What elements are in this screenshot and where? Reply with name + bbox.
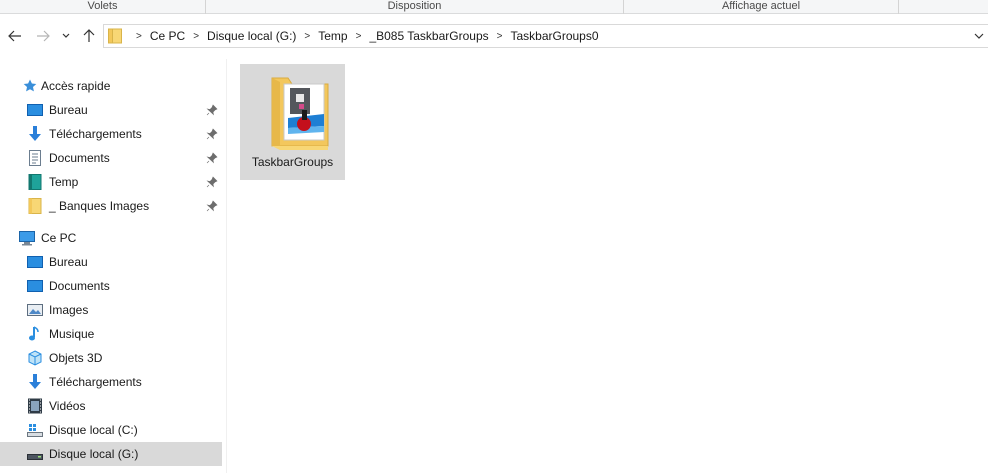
sidebar-item-label: Téléchargements: [49, 375, 142, 389]
navigation-pane: Accès rapide Bureau Téléchargements Docu…: [0, 72, 226, 473]
sidebar-item-label: Objets 3D: [49, 351, 103, 365]
breadcrumb-disque-g[interactable]: Disque local (G:): [207, 29, 296, 43]
breadcrumb-b085-taskbargroups[interactable]: _B085 TaskbarGroups: [369, 29, 488, 43]
sidebar-item-acces-rapide[interactable]: Accès rapide: [0, 74, 222, 98]
sidebar-item-label: _ Banques Images: [49, 199, 150, 213]
sidebar-item-label: Temp: [49, 175, 79, 189]
arrow-right-icon: [37, 30, 50, 42]
breadcrumb-separator-icon[interactable]: >: [497, 31, 503, 42]
arrow-up-icon: [83, 29, 95, 42]
drive-icon: [27, 454, 43, 460]
3d-objects-icon: [28, 350, 42, 366]
pin-icon[interactable]: [206, 128, 218, 140]
breadcrumb-ce-pc[interactable]: Ce PC: [150, 29, 185, 43]
pin-icon[interactable]: [206, 200, 218, 212]
folder-item-label: TaskbarGroups: [251, 155, 334, 169]
chevron-down-icon: [62, 33, 70, 38]
sidebar-item-label: Bureau: [49, 103, 88, 117]
desktop-icon: [27, 256, 43, 268]
download-icon: [29, 374, 41, 389]
ribbon-group-labels: Volets Disposition Affichage actuel: [0, 0, 988, 14]
sidebar-item-temp[interactable]: Temp: [0, 170, 222, 194]
ribbon-group-volets: Volets: [0, 0, 206, 14]
address-bar[interactable]: > Ce PC > Disque local (G:) > Temp > _B0…: [103, 24, 988, 48]
sidebar-item-telechargements[interactable]: Téléchargements: [0, 370, 222, 394]
windows-drive-icon: [27, 424, 43, 437]
sidebar-item-videos[interactable]: Vidéos: [0, 394, 222, 418]
sidebar-item-bureau[interactable]: Bureau: [0, 250, 222, 274]
breadcrumb-separator-icon[interactable]: >: [304, 31, 310, 42]
sidebar-item-label: Musique: [49, 327, 95, 341]
chevron-down-icon[interactable]: [974, 29, 984, 43]
up-button[interactable]: [80, 27, 98, 45]
sidebar-item-label: Images: [49, 303, 89, 317]
sidebar-item-disque-g[interactable]: Disque local (G:): [0, 442, 222, 466]
sidebar-item-label: Accès rapide: [41, 79, 111, 93]
forward-button[interactable]: [34, 27, 52, 45]
taskbargroups-folder-icon: [271, 77, 328, 150]
sidebar-item-objets-3d[interactable]: Objets 3D: [0, 346, 222, 370]
pin-icon[interactable]: [206, 176, 218, 188]
sidebar-item-ce-pc[interactable]: Ce PC: [0, 226, 222, 250]
sidebar-item-documents[interactable]: Documents: [0, 274, 222, 298]
sidebar-item-label: Disque local (G:): [49, 447, 139, 461]
sidebar-item-label: Bureau: [49, 255, 88, 269]
sidebar-item-telechargements[interactable]: Téléchargements: [0, 122, 222, 146]
folder-icon: [108, 28, 122, 44]
computer-icon: [19, 231, 35, 246]
sidebar-item-label: Disque local (C:): [49, 423, 138, 437]
sidebar-item-banques-images[interactable]: _ Banques Images: [0, 194, 222, 218]
folder-item[interactable]: TaskbarGroups: [240, 64, 345, 180]
pin-icon[interactable]: [206, 152, 218, 164]
folder-icon: [28, 198, 42, 214]
breadcrumb-separator-icon[interactable]: >: [193, 31, 199, 42]
sidebar-item-documents[interactable]: Documents: [0, 146, 222, 170]
breadcrumb-separator-icon[interactable]: >: [136, 31, 142, 42]
recent-locations-button[interactable]: [59, 27, 73, 45]
breadcrumb-temp[interactable]: Temp: [318, 29, 347, 43]
documents-icon: [29, 150, 41, 166]
ribbon-group-spacer: [899, 0, 988, 14]
arrow-left-icon: [8, 30, 21, 42]
pictures-icon: [27, 304, 43, 316]
breadcrumb-taskbargroups0[interactable]: TaskbarGroups0: [510, 29, 598, 43]
documents-icon: [27, 280, 43, 292]
ribbon-group-affichage-actuel: Affichage actuel: [624, 0, 899, 14]
sidebar-item-label: Documents: [49, 279, 110, 293]
sidebar-item-images[interactable]: Images: [0, 298, 222, 322]
sidebar-item-musique[interactable]: Musique: [0, 322, 222, 346]
back-button[interactable]: [6, 27, 24, 45]
music-icon: [29, 326, 39, 341]
videos-icon: [28, 398, 42, 414]
sidebar-item-label: Documents: [49, 151, 110, 165]
sidebar-item-label: Ce PC: [41, 231, 77, 245]
file-list: TaskbarGroups: [227, 59, 988, 473]
sidebar-item-label: Téléchargements: [49, 127, 142, 141]
desktop-icon: [27, 104, 43, 116]
sidebar-item-disque-c[interactable]: Disque local (C:): [0, 418, 222, 442]
star-icon: [23, 79, 37, 92]
pin-icon[interactable]: [206, 104, 218, 116]
sidebar-item-label: Vidéos: [49, 399, 86, 413]
navigation-bar: > Ce PC > Disque local (G:) > Temp > _B0…: [0, 15, 988, 59]
folder-teal-icon: [28, 174, 42, 190]
breadcrumb-separator-icon[interactable]: >: [356, 31, 362, 42]
sidebar-item-bureau[interactable]: Bureau: [0, 98, 222, 122]
ribbon-group-disposition: Disposition: [206, 0, 624, 14]
download-icon: [29, 126, 41, 141]
